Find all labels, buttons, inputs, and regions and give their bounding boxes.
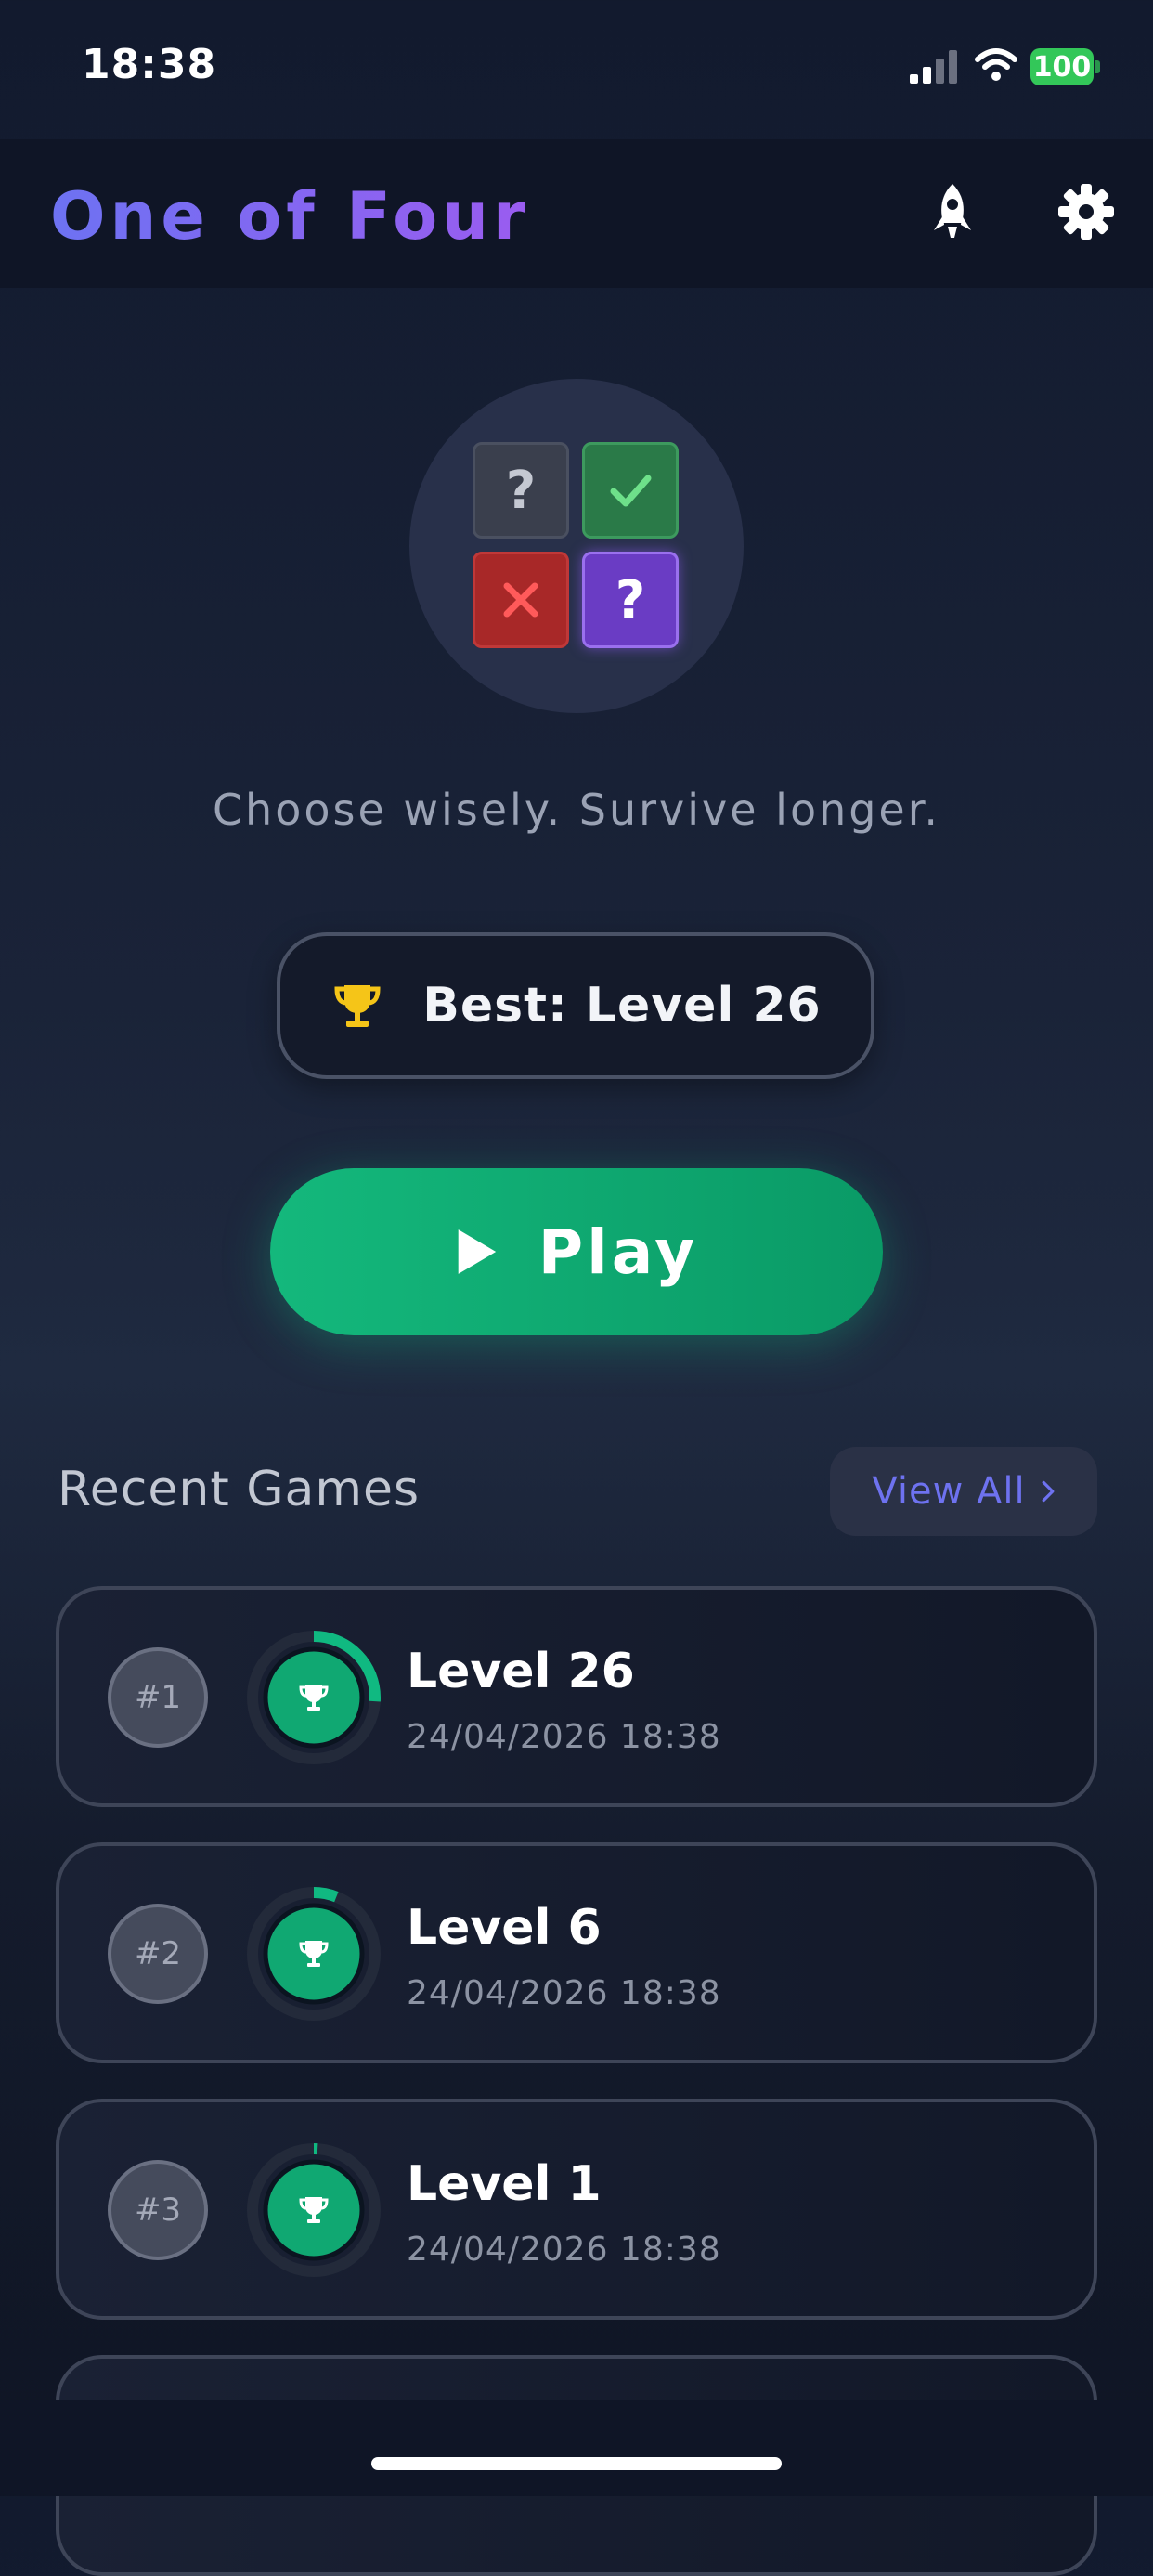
- trophy-icon: [334, 985, 381, 1027]
- rocket-button[interactable]: [919, 178, 986, 245]
- wifi-icon: [975, 48, 1017, 81]
- bottom-safe-area: [0, 2400, 1153, 2496]
- game-date: 24/04/2026 18:38: [407, 1974, 721, 2012]
- app-title: One of Four: [50, 178, 530, 254]
- view-all-label: View All: [872, 1470, 1026, 1513]
- chevron-right-icon: [1042, 1480, 1055, 1503]
- progress-ring: [247, 1887, 381, 2021]
- battery-level: 100: [1030, 48, 1094, 85]
- rocket-icon: [934, 184, 971, 238]
- battery-icon: 100: [1030, 48, 1101, 85]
- cellular-signal-icon: [910, 50, 957, 84]
- gear-icon: [1058, 184, 1114, 240]
- game-row[interactable]: #2 Level 6 24/04/2026 18:38: [56, 1842, 1097, 2063]
- logo-tile-wrong: [473, 552, 569, 648]
- progress-ring: [247, 1631, 381, 1764]
- best-score-card: Best: Level 26: [277, 932, 874, 1079]
- game-level: Level 26: [407, 1644, 635, 1699]
- best-score-label: Best: Level 26: [422, 978, 822, 1034]
- check-icon: [610, 475, 652, 507]
- status-bar: 18:38 100: [0, 0, 1153, 139]
- game-date: 24/04/2026 18:38: [407, 1718, 721, 1756]
- play-label: Play: [538, 1216, 699, 1288]
- settings-button[interactable]: [1053, 178, 1120, 245]
- game-row[interactable]: #3 Level 1 24/04/2026 18:38: [56, 2099, 1097, 2320]
- game-date: 24/04/2026 18:38: [407, 2231, 721, 2269]
- app-header: One of Four: [0, 139, 1153, 288]
- logo-tile-question: ?: [473, 442, 569, 539]
- status-time: 18:38: [82, 41, 217, 88]
- play-icon: [458, 1229, 496, 1274]
- home-indicator[interactable]: [371, 2457, 782, 2470]
- play-button[interactable]: Play: [270, 1168, 883, 1335]
- view-all-button[interactable]: View All: [830, 1447, 1097, 1536]
- game-logo: ? ?: [409, 379, 744, 713]
- game-level: Level 6: [407, 1900, 602, 1956]
- logo-tile-question-highlighted: ?: [582, 552, 679, 648]
- recent-games-title: Recent Games: [58, 1462, 421, 1517]
- rank-badge: #3: [108, 2160, 208, 2260]
- logo-tile-correct: [582, 442, 679, 539]
- rank-badge: #1: [108, 1647, 208, 1748]
- game-row[interactable]: #1 Level 26 24/04/2026 18:38: [56, 1586, 1097, 1807]
- x-icon: [503, 582, 538, 618]
- rank-badge: #2: [108, 1904, 208, 2004]
- game-level: Level 1: [407, 2156, 602, 2212]
- tagline: Choose wisely. Survive longer.: [212, 785, 941, 835]
- progress-ring: [247, 2143, 381, 2277]
